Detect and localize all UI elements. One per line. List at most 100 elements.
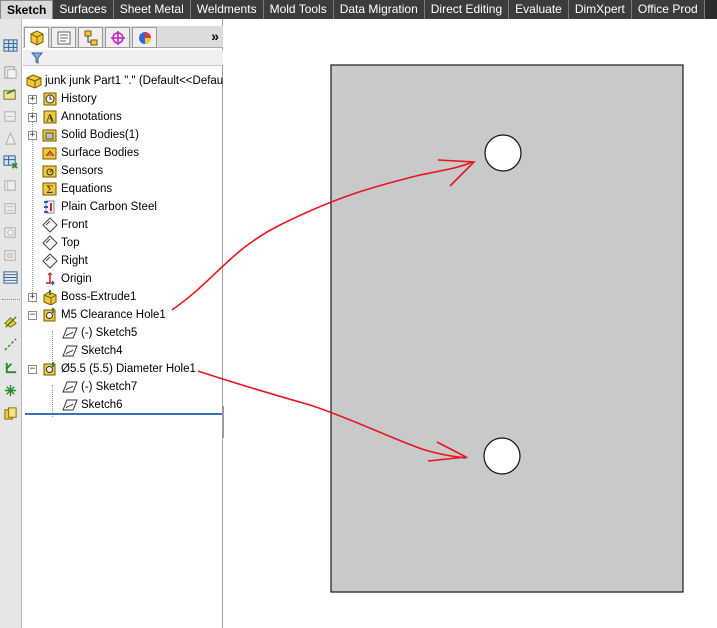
- tree-item-right-plane[interactable]: Right: [41, 252, 88, 270]
- sensors-icon: [41, 163, 58, 179]
- tree-item-label: Plain Carbon Steel: [61, 201, 157, 213]
- tree-item-label: (-) Sketch7: [81, 381, 138, 393]
- tree-item-history[interactable]: + History: [28, 90, 97, 108]
- dimxpert-manager-tab[interactable]: [105, 27, 130, 48]
- tree-item-solid-bodies[interactable]: + Solid Bodies(1): [28, 126, 139, 144]
- material-icon: [41, 199, 58, 215]
- panel-tab-strip: »: [23, 26, 223, 48]
- reference-geometry-icon[interactable]: [2, 359, 19, 376]
- display-manager-icon: [138, 31, 151, 44]
- annotations-icon: A: [41, 109, 58, 125]
- part-icon: [25, 73, 42, 89]
- tree-item-material[interactable]: Plain Carbon Steel: [41, 198, 157, 216]
- crop-view-icon[interactable]: [2, 224, 19, 241]
- svg-text:Σ: Σ: [45, 185, 52, 196]
- property-manager-tab[interactable]: [51, 27, 76, 48]
- detail-view-icon[interactable]: [2, 177, 19, 194]
- table-icon[interactable]: [2, 37, 19, 54]
- grid-x-icon[interactable]: [2, 153, 19, 170]
- tree-item-sketch6[interactable]: Sketch6: [61, 396, 123, 414]
- tree-item-label: History: [61, 93, 97, 105]
- configuration-manager-icon: [84, 30, 97, 45]
- tree-item-sketch4[interactable]: Sketch4: [61, 342, 123, 360]
- tree-item-label: Annotations: [61, 111, 122, 123]
- history-icon: [41, 91, 58, 107]
- tree-item-sketch7[interactable]: (-) Sketch7: [61, 378, 137, 396]
- tree-item-label: Sketch4: [81, 345, 123, 357]
- tab-weldments[interactable]: Weldments: [190, 0, 264, 19]
- tree-item-label: Sketch6: [81, 399, 123, 411]
- surface-bodies-icon: [41, 145, 58, 161]
- drawing-view-icon[interactable]: [2, 64, 19, 81]
- tree-item-label: Right: [61, 255, 88, 267]
- tree-item-top-plane[interactable]: Top: [41, 234, 80, 252]
- sketch-icon: [61, 397, 78, 413]
- tree-item-sketch5[interactable]: (-) Sketch5: [61, 324, 137, 342]
- tree-item-origin[interactable]: Origin: [41, 270, 92, 288]
- extrude-icon: [41, 289, 58, 305]
- rollback-bar[interactable]: [25, 413, 222, 415]
- configuration-manager-tab[interactable]: [78, 27, 103, 48]
- feature-manager-panel: » junk junk Part1 "." (Default<<Defau + …: [23, 19, 223, 628]
- centerline-icon[interactable]: [2, 336, 19, 353]
- collapse-toggle[interactable]: −: [28, 364, 37, 374]
- display-manager-tab[interactable]: [132, 27, 157, 48]
- tab-surfaces[interactable]: Surfaces: [53, 0, 114, 19]
- broken-view-icon[interactable]: [2, 200, 19, 217]
- tab-direct-editing[interactable]: Direct Editing: [424, 0, 510, 19]
- tab-evaluate[interactable]: Evaluate: [509, 0, 569, 19]
- expand-toggle[interactable]: +: [28, 130, 37, 140]
- tree-guide: [52, 331, 53, 363]
- origin-icon: [41, 271, 58, 287]
- center-mark-icon[interactable]: [2, 382, 19, 399]
- tree-item-diameter-hole[interactable]: − Ø5.5 (5.5) Diameter Hole1: [28, 360, 196, 378]
- tree-item-sensors[interactable]: Sensors: [41, 162, 103, 180]
- tree-item-label: Equations: [61, 183, 113, 195]
- property-manager-icon: [57, 31, 70, 44]
- collapse-toggle[interactable]: −: [28, 310, 37, 320]
- equations-icon: Σ: [41, 181, 58, 197]
- graphics-area[interactable]: [224, 19, 717, 628]
- tree-item-equations[interactable]: Σ Equations: [41, 180, 112, 198]
- smart-dimension-icon[interactable]: [2, 313, 19, 330]
- hide-show-icon[interactable]: [2, 108, 19, 125]
- tab-mold-tools[interactable]: Mold Tools: [263, 0, 334, 19]
- plane-icon: [41, 217, 58, 233]
- expand-toggle[interactable]: +: [28, 292, 37, 302]
- tree-item-label: M5 Clearance Hole1: [61, 309, 166, 321]
- tree-item-surface-bodies[interactable]: Surface Bodies: [41, 144, 139, 162]
- tab-dimxpert[interactable]: DimXpert: [568, 0, 632, 19]
- layer-icon[interactable]: [2, 86, 19, 103]
- tree-item-label: Solid Bodies(1): [61, 129, 139, 141]
- bill-of-materials-icon[interactable]: [2, 269, 19, 286]
- tree-root-part[interactable]: junk junk Part1 "." (Default<<Defau: [25, 72, 223, 90]
- dimxpert-manager-icon: [110, 30, 125, 45]
- feature-manager-tab[interactable]: [24, 27, 49, 48]
- sketch-icon: [61, 343, 78, 359]
- solidworks-window: Sketch Surfaces Sheet Metal Weldments Mo…: [0, 0, 717, 628]
- expand-toggle[interactable]: +: [28, 112, 37, 122]
- tree-item-boss-extrude[interactable]: + Boss-Extrude1: [28, 288, 136, 306]
- toolbar-separator: [2, 299, 20, 300]
- tree-item-label: Surface Bodies: [61, 147, 139, 159]
- filter-icon[interactable]: [31, 52, 43, 64]
- tree-item-label: Sensors: [61, 165, 104, 177]
- tab-sketch[interactable]: Sketch: [0, 0, 54, 19]
- tree-item-front-plane[interactable]: Front: [41, 216, 88, 234]
- filter-bar[interactable]: [23, 50, 223, 66]
- section-view-icon[interactable]: [2, 130, 19, 147]
- tab-office-products[interactable]: Office Prod: [631, 0, 705, 19]
- hole-wizard-icon: [41, 361, 58, 377]
- solid-bodies-icon: [41, 127, 58, 143]
- tree-item-m5-clearance-hole[interactable]: − M5 Clearance Hole1: [28, 306, 166, 324]
- tree-item-label: Boss-Extrude1: [61, 291, 137, 303]
- tab-data-migration[interactable]: Data Migration: [333, 0, 425, 19]
- plane-icon: [41, 235, 58, 251]
- hole-callout-icon[interactable]: [2, 405, 19, 422]
- alternate-view-icon[interactable]: [2, 247, 19, 264]
- tree-item-annotations[interactable]: + A Annotations: [28, 108, 122, 126]
- more-tabs-button[interactable]: »: [211, 28, 219, 44]
- tab-sheet-metal[interactable]: Sheet Metal: [113, 0, 191, 19]
- expand-toggle[interactable]: +: [28, 94, 37, 104]
- svg-text:A: A: [46, 113, 54, 125]
